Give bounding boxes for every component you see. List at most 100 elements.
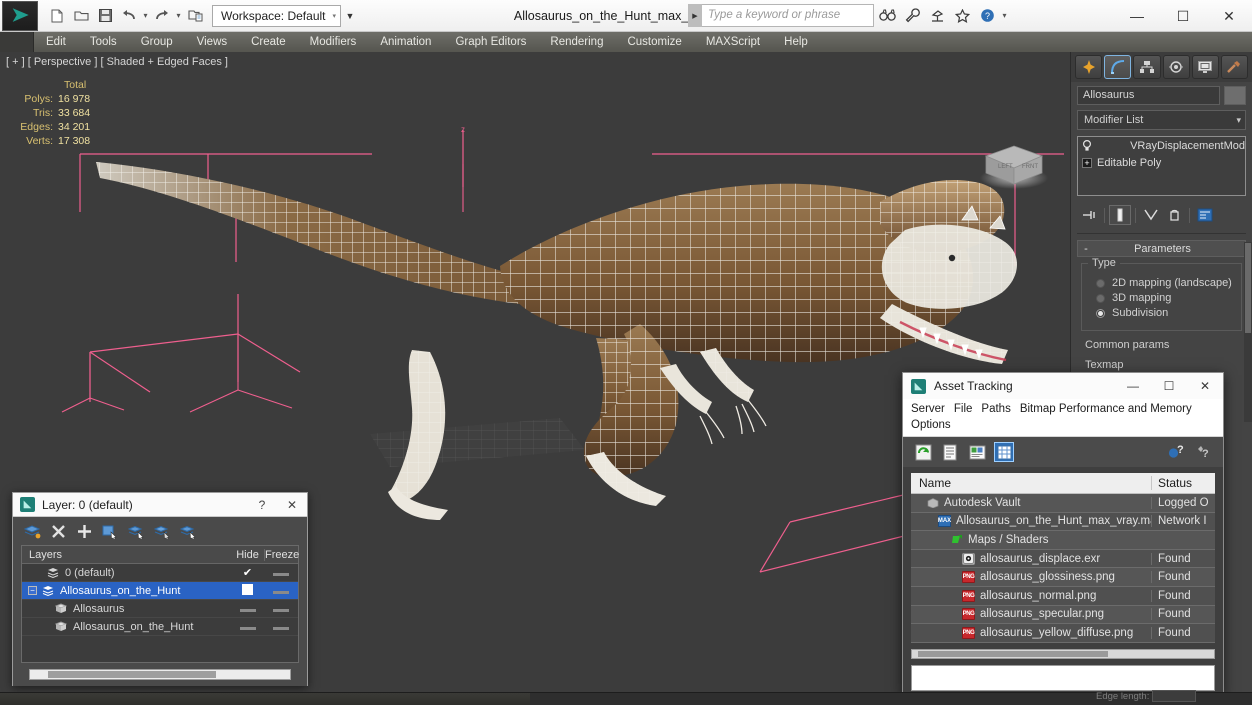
asset-tracking-dialog[interactable]: ◣ Asset Tracking — ☐ ✕ Server File Paths… <box>902 372 1224 694</box>
parameters-rollout-header[interactable]: - Parameters <box>1077 240 1246 257</box>
layer-freeze-dash-icon[interactable] <box>273 590 289 594</box>
menu-item-tools[interactable]: Tools <box>78 32 129 52</box>
asset-maximize-button[interactable]: ☐ <box>1151 373 1187 399</box>
modifier-list-dropdown[interactable]: Modifier List ▾ <box>1077 110 1246 130</box>
layer-grid[interactable]: Layers Hide Freeze 0 (default) ✔ − Allos… <box>21 545 299 663</box>
object-freeze-dash-icon[interactable] <box>273 626 289 630</box>
modifier-stack[interactable]: VRayDisplacementMod + Editable Poly <box>1077 136 1246 196</box>
delete-layer-icon[interactable] <box>47 520 69 542</box>
create-new-layer-icon[interactable] <box>21 520 43 542</box>
object-hide-dash-icon[interactable] <box>239 626 256 630</box>
asset-list[interactable]: Autodesk Vault Logged O MAX Allosaurus_o… <box>911 494 1215 643</box>
light-bulb-icon[interactable] <box>1082 139 1092 152</box>
object-freeze-dash-icon[interactable] <box>273 608 289 612</box>
radio-subdivision[interactable]: Subdivision <box>1096 307 1233 319</box>
table-row[interactable]: PNG allosaurus_specular.png Found <box>911 605 1215 625</box>
menu-item-maxscript[interactable]: MAXScript <box>694 32 772 52</box>
menu-item-edit[interactable]: Edit <box>34 32 78 52</box>
minimize-button[interactable]: — <box>1114 0 1160 32</box>
remove-modifier-icon[interactable] <box>1163 205 1185 225</box>
menu-item-group[interactable]: Group <box>129 32 185 52</box>
maximize-button[interactable]: ☐ <box>1160 0 1206 32</box>
help-icon[interactable]: ? <box>976 4 998 27</box>
configure-modifier-sets-icon[interactable] <box>1194 205 1216 225</box>
menu-item-create[interactable]: Create <box>239 32 298 52</box>
asset-close-button[interactable]: ✕ <box>1187 373 1223 399</box>
plus-box-icon[interactable]: + <box>1082 157 1092 168</box>
radio-2d-mapping[interactable]: 2D mapping (landscape) <box>1096 277 1233 289</box>
object-box-icon <box>54 621 68 632</box>
menu-item-rendering[interactable]: Rendering <box>538 32 615 52</box>
table-row[interactable]: 0 (default) ✔ <box>22 564 298 582</box>
menu-item-graph-editors[interactable]: Graph Editors <box>443 32 538 52</box>
asset-menu-server[interactable]: Server <box>911 401 954 417</box>
search-input[interactable]: Type a keyword or phrase <box>702 4 874 27</box>
select-objects-in-layer-icon[interactable] <box>99 520 121 542</box>
menu-item-animation[interactable]: Animation <box>368 32 443 52</box>
layer-hide-checkbox[interactable] <box>242 583 253 595</box>
scene-converter-icon[interactable] <box>926 4 948 27</box>
layer-dialog-app-icon: ◣ <box>20 497 35 512</box>
object-hide-dash-icon[interactable] <box>239 608 256 612</box>
asset-minimize-button[interactable]: — <box>1115 373 1151 399</box>
show-end-result-icon[interactable] <box>1109 205 1131 225</box>
table-row[interactable]: Allosaurus_on_the_Hunt <box>22 618 298 636</box>
layer-expander-icon[interactable]: − <box>28 586 37 595</box>
pin-stack-icon[interactable] <box>1078 205 1100 225</box>
layer-hide-dash-icon[interactable] <box>273 572 289 576</box>
object-name-field[interactable]: Allosaurus <box>1077 86 1220 105</box>
utilities-tab[interactable] <box>1220 55 1249 79</box>
create-tab[interactable] <box>1075 55 1103 79</box>
object-color-swatch[interactable] <box>1224 86 1246 105</box>
motion-tab[interactable] <box>1162 55 1190 79</box>
select-highlighted-layers-icon[interactable] <box>125 520 147 542</box>
add-selection-to-layer-icon[interactable] <box>73 520 95 542</box>
list-view-icon[interactable] <box>940 442 960 462</box>
help-gray-icon[interactable]: ? <box>1193 442 1213 462</box>
table-row[interactable]: Maps / Shaders <box>911 531 1215 550</box>
menu-item-customize[interactable]: Customize <box>615 32 693 52</box>
layer-help-button[interactable]: ? <box>247 493 277 517</box>
modifier-stack-item-vraydisplacement[interactable]: VRayDisplacementMod <box>1078 137 1245 154</box>
wrench-icon[interactable] <box>901 4 923 27</box>
display-tab[interactable] <box>1191 55 1219 79</box>
modify-tab[interactable] <box>1104 55 1132 79</box>
refresh-icon[interactable] <box>913 442 933 462</box>
favorites-star-icon[interactable] <box>951 4 973 27</box>
table-row[interactable]: PNG allosaurus_yellow_diffuse.png Found <box>911 624 1215 643</box>
table-row[interactable]: allosaurus_displace.exr Found <box>911 549 1215 569</box>
table-row[interactable]: PNG allosaurus_normal.png Found <box>911 586 1215 606</box>
table-row[interactable]: − Allosaurus_on_the_Hunt <box>22 582 298 600</box>
search-scene-icon[interactable] <box>876 4 898 27</box>
menu-item-help[interactable]: Help <box>772 32 820 52</box>
radio-3d-mapping[interactable]: 3D mapping <box>1096 292 1233 304</box>
menu-item-views[interactable]: Views <box>185 32 239 52</box>
help-blue-icon[interactable]: ? <box>1165 442 1185 462</box>
edge-length-field[interactable] <box>1152 690 1196 702</box>
close-button[interactable]: ✕ <box>1206 0 1252 32</box>
hierarchy-tab[interactable] <box>1133 55 1161 79</box>
layer-check-icon[interactable]: ✔ <box>243 567 252 579</box>
table-row[interactable]: Allosaurus <box>22 600 298 618</box>
menu-item-modifiers[interactable]: Modifiers <box>298 32 369 52</box>
asset-menu-options[interactable]: Options <box>911 417 960 433</box>
table-row[interactable]: MAX Allosaurus_on_the_Hunt_max_vray.max … <box>911 512 1215 532</box>
layer-dialog[interactable]: ◣ Layer: 0 (default) ? ✕ Layers Hide Fre… <box>12 492 308 686</box>
make-unique-icon[interactable] <box>1140 205 1162 225</box>
asset-menu-bitmap-performance[interactable]: Bitmap Performance and Memory <box>1020 401 1201 417</box>
asset-menu-paths[interactable]: Paths <box>981 401 1019 417</box>
asset-menu-file[interactable]: File <box>954 401 982 417</box>
command-panel-scrollbar[interactable] <box>1244 242 1252 422</box>
grid-view-icon[interactable] <box>994 442 1014 462</box>
table-row[interactable]: Autodesk Vault Logged O <box>911 494 1215 513</box>
layer-close-button[interactable]: ✕ <box>277 493 307 517</box>
highlight-selected-objects-icon[interactable] <box>151 520 173 542</box>
modifier-stack-item-editable-poly[interactable]: + Editable Poly <box>1078 154 1245 171</box>
help-dropdown-icon[interactable]: ▾ <box>1001 11 1008 20</box>
hide-layers-icon[interactable] <box>177 520 199 542</box>
table-row[interactable]: PNG allosaurus_glossiness.png Found <box>911 568 1215 587</box>
thumbnail-view-icon[interactable] <box>967 442 987 462</box>
asset-horizontal-scrollbar[interactable] <box>911 648 1215 659</box>
layer-horizontal-scrollbar[interactable] <box>29 669 291 680</box>
search-expand-icon[interactable]: ▶ <box>688 4 702 27</box>
